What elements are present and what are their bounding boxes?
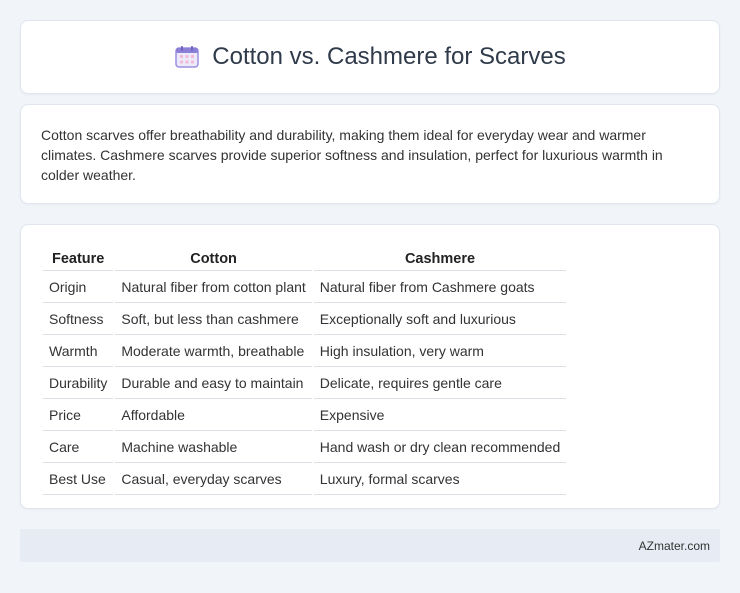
feature-cell: Softness bbox=[43, 305, 114, 335]
feature-cell: Best Use bbox=[43, 465, 114, 495]
calendar-icon bbox=[174, 44, 200, 70]
feature-cell: Durability bbox=[43, 369, 114, 399]
feature-cell: Warmth bbox=[43, 337, 114, 367]
table-row: Price Affordable Expensive bbox=[43, 401, 567, 431]
cotton-cell: Durable and easy to maintain bbox=[115, 369, 312, 399]
column-header-cotton: Cotton bbox=[115, 249, 312, 271]
cotton-cell: Natural fiber from cotton plant bbox=[115, 273, 312, 303]
table-row: Origin Natural fiber from cotton plant N… bbox=[43, 273, 567, 303]
table-row: Care Machine washable Hand wash or dry c… bbox=[43, 433, 567, 463]
cashmere-cell: Luxury, formal scarves bbox=[313, 465, 567, 495]
column-header-feature: Feature bbox=[43, 249, 114, 271]
comparison-table: Feature Cotton Cashmere Origin Natural f… bbox=[41, 247, 568, 497]
comparison-card: Feature Cotton Cashmere Origin Natural f… bbox=[20, 224, 720, 509]
intro-card: Cotton scarves offer breathability and d… bbox=[20, 104, 720, 204]
cotton-cell: Casual, everyday scarves bbox=[115, 465, 312, 495]
cashmere-cell: Delicate, requires gentle care bbox=[313, 369, 567, 399]
table-header-row: Feature Cotton Cashmere bbox=[43, 249, 567, 271]
table-row: Softness Soft, but less than cashmere Ex… bbox=[43, 305, 567, 335]
cashmere-cell: Expensive bbox=[313, 401, 567, 431]
column-header-cashmere: Cashmere bbox=[313, 249, 567, 271]
cashmere-cell: Exceptionally soft and luxurious bbox=[313, 305, 567, 335]
table-row: Best Use Casual, everyday scarves Luxury… bbox=[43, 465, 567, 495]
header-card: Cotton vs. Cashmere for Scarves bbox=[20, 20, 720, 94]
header: Cotton vs. Cashmere for Scarves bbox=[174, 43, 566, 71]
table-row: Durability Durable and easy to maintain … bbox=[43, 369, 567, 399]
feature-cell: Origin bbox=[43, 273, 114, 303]
cotton-cell: Soft, but less than cashmere bbox=[115, 305, 312, 335]
page-title: Cotton vs. Cashmere for Scarves bbox=[212, 43, 566, 70]
feature-cell: Care bbox=[43, 433, 114, 463]
cashmere-cell: Hand wash or dry clean recommended bbox=[313, 433, 567, 463]
feature-cell: Price bbox=[43, 401, 114, 431]
intro-text: Cotton scarves offer breathability and d… bbox=[41, 127, 663, 183]
cotton-cell: Moderate warmth, breathable bbox=[115, 337, 312, 367]
footer-brand: AZmater.com bbox=[638, 538, 710, 553]
cotton-cell: Affordable bbox=[115, 401, 312, 431]
table-row: Warmth Moderate warmth, breathable High … bbox=[43, 337, 567, 367]
cashmere-cell: High insulation, very warm bbox=[313, 337, 567, 367]
cotton-cell: Machine washable bbox=[115, 433, 312, 463]
cashmere-cell: Natural fiber from Cashmere goats bbox=[313, 273, 567, 303]
footer: AZmater.com bbox=[20, 529, 720, 562]
